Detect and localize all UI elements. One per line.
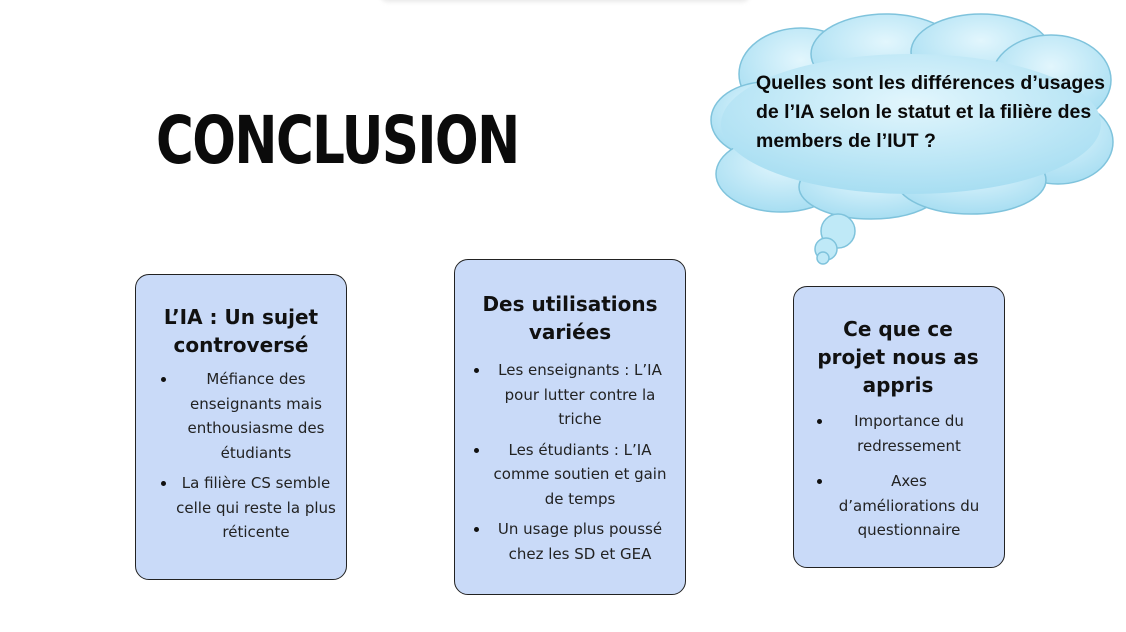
bullet-item: Les étudiants : L’IA comme soutien et ga…	[471, 438, 671, 512]
card-title: Ce que ce projet nous as appris	[817, 317, 979, 397]
slide-title: CONCLUSION	[156, 102, 520, 179]
bullet-list: Les enseignants : L’IA pour lutter contr…	[471, 358, 671, 566]
bullet-list: Importance du redressement Axes d’amélio…	[814, 409, 986, 543]
bullet-item: La filière CS semble celle qui reste la …	[158, 471, 336, 545]
card-title: L’IA : Un sujet controversé	[163, 305, 319, 357]
bullet-item: Les enseignants : L’IA pour lutter contr…	[471, 358, 671, 432]
card-learned: Ce que ce projet nous as appris Importan…	[793, 286, 1005, 568]
top-edge-shadow	[380, 0, 750, 2]
card-controversial: L’IA : Un sujet controversé Méfiance des…	[135, 274, 347, 580]
card-uses: Des utilisations variées Les enseignants…	[454, 259, 686, 595]
bullet-list: Méfiance des enseignants mais enthousias…	[158, 367, 336, 545]
bullet-item: Un usage plus poussé chez les SD et GEA	[471, 517, 671, 566]
cloud-question: Quelles sont les différences d’usages de…	[756, 72, 1105, 152]
bullet-item: Importance du redressement	[814, 409, 986, 458]
bullet-item: Axes d’améliorations du questionnaire	[814, 469, 986, 543]
card-title: Des utilisations variées	[482, 292, 658, 344]
bullet-item: Méfiance des enseignants mais enthousias…	[158, 367, 336, 465]
thought-cloud: Quelles sont les différences d’usages de…	[706, 12, 1126, 272]
